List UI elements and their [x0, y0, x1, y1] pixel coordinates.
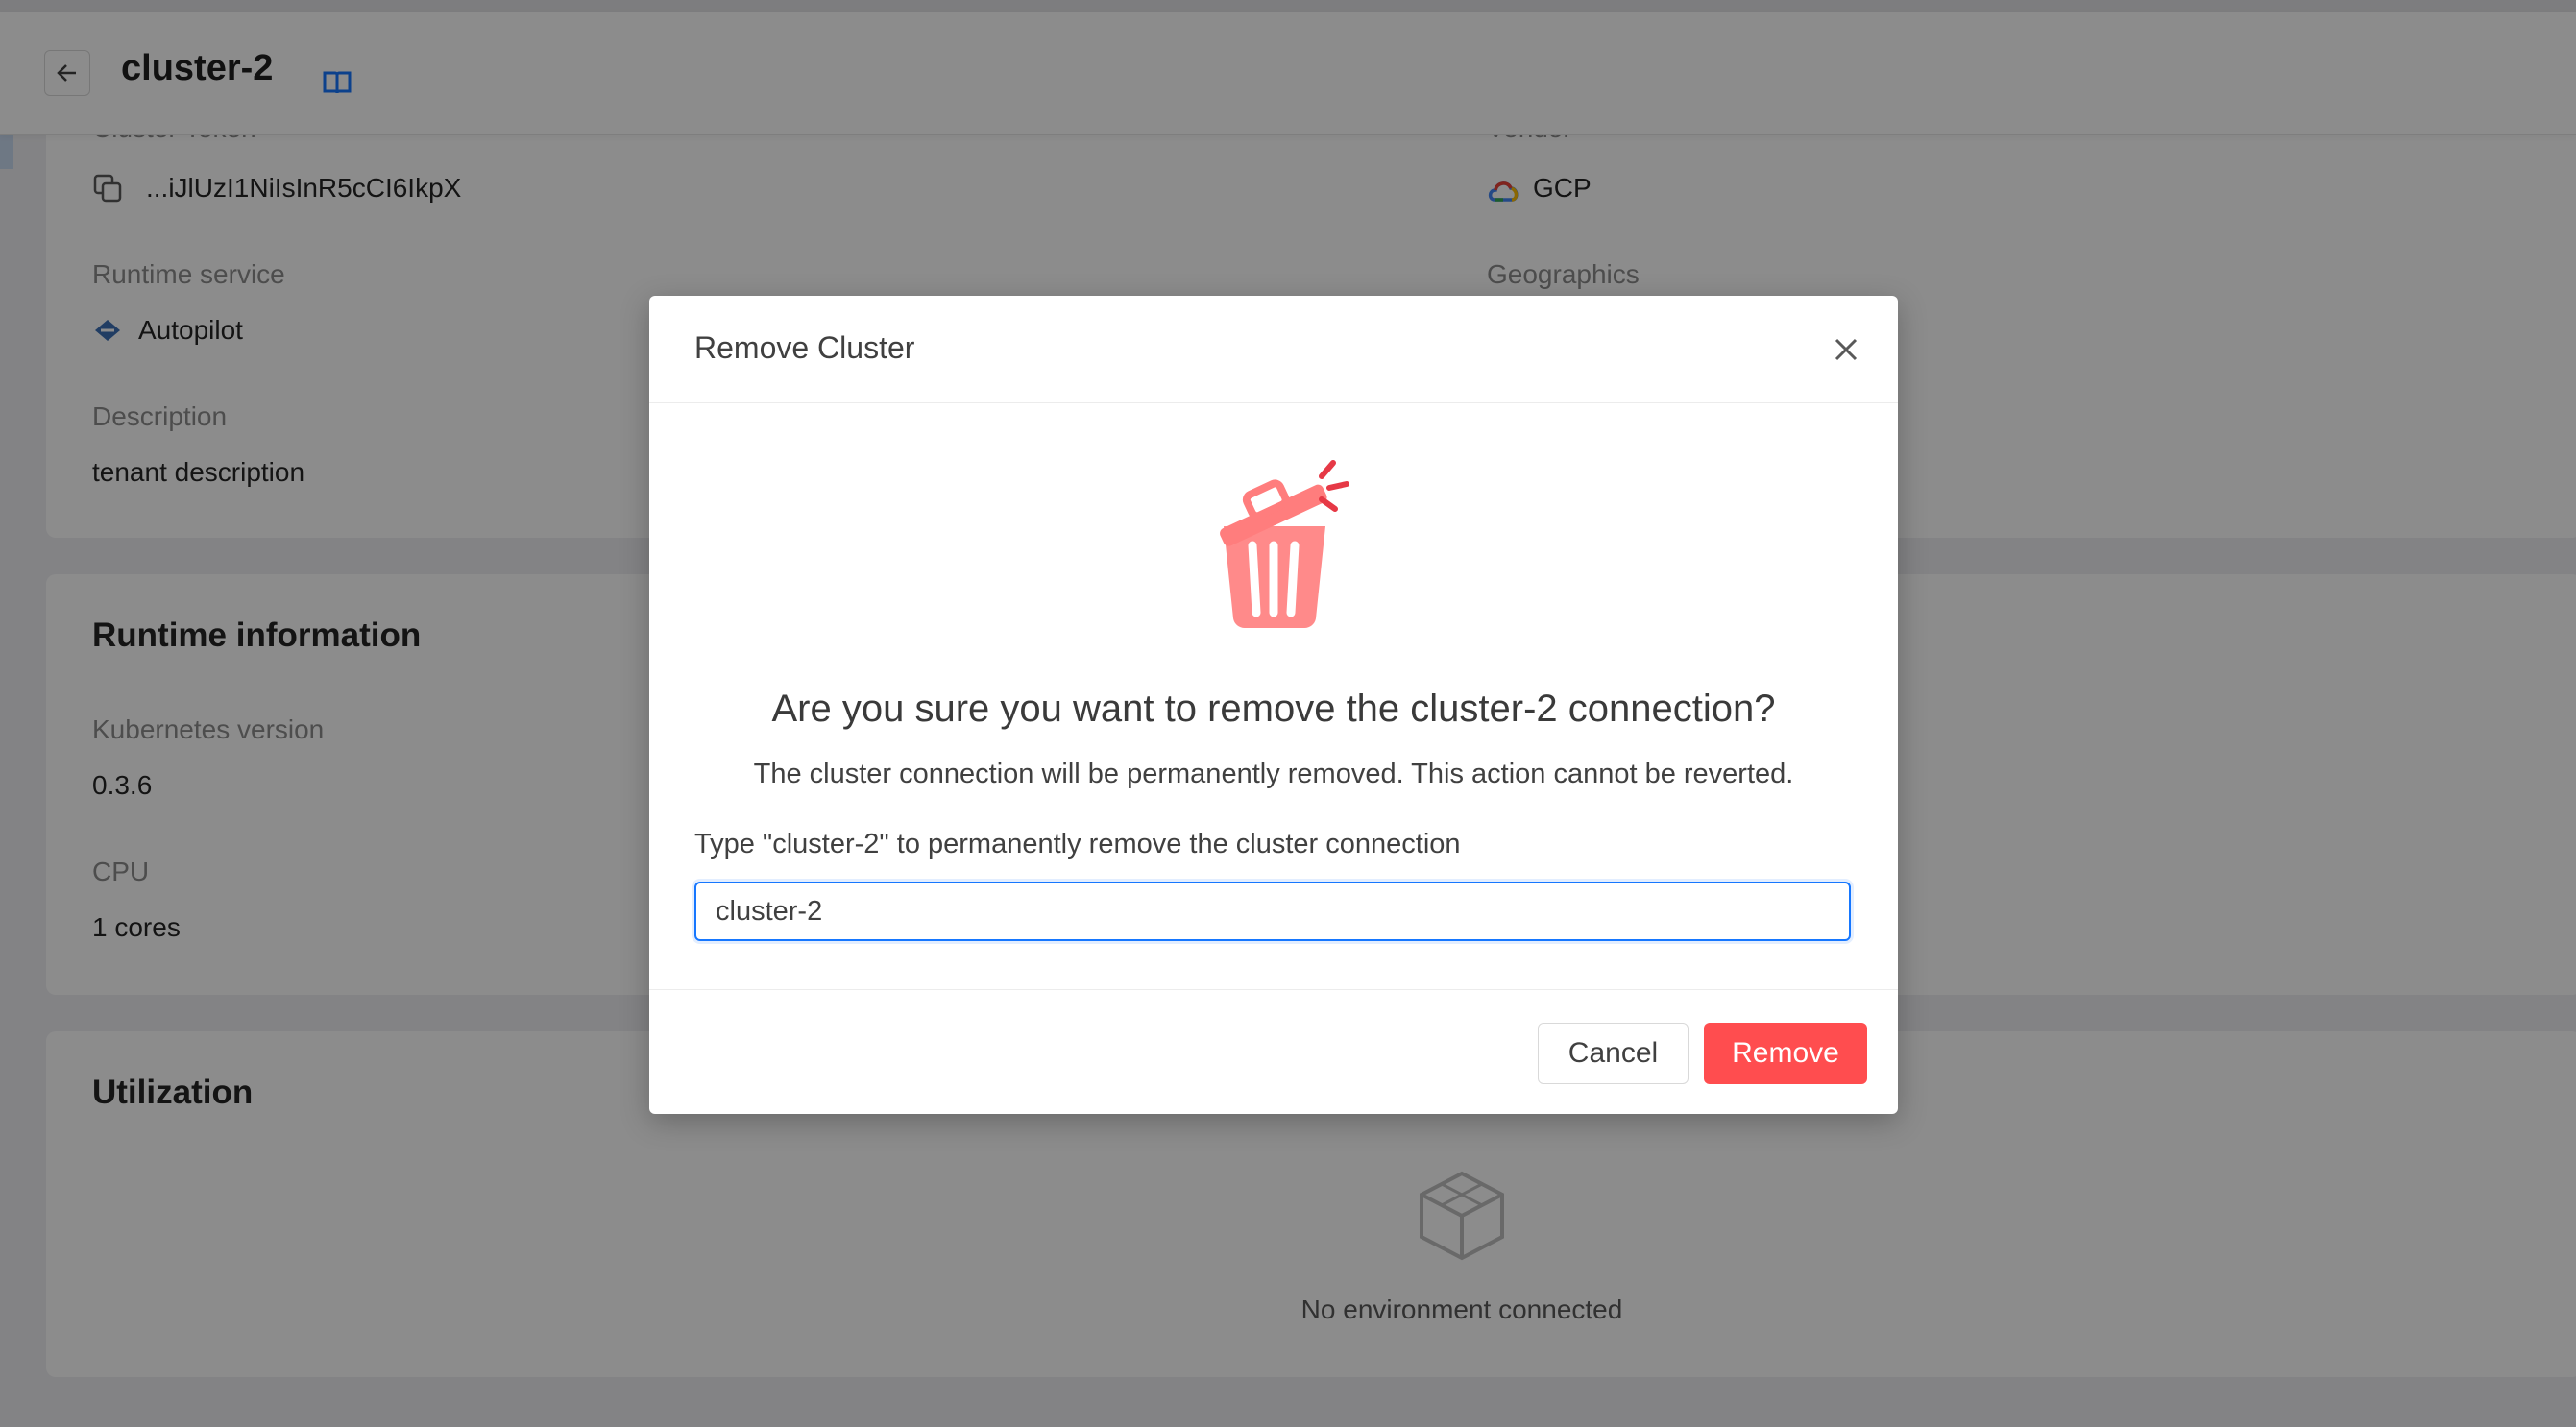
remove-button[interactable]: Remove [1704, 1023, 1867, 1084]
modal-header: Remove Cluster [649, 296, 1898, 403]
confirm-cluster-name-input[interactable] [694, 882, 1851, 941]
remove-cluster-modal: Remove Cluster Are you sure you want to … [649, 296, 1898, 1114]
warning-text: The cluster connection will be permanent… [753, 759, 1794, 789]
confirm-input-label: Type "cluster-2" to permanently remove t… [694, 829, 1461, 859]
modal-title: Remove Cluster [694, 330, 915, 365]
cancel-button[interactable]: Cancel [1538, 1023, 1689, 1084]
modal-footer: Cancel Remove [649, 989, 1898, 1115]
confirm-question: Are you sure you want to remove the clus… [771, 688, 1776, 730]
trash-icon [1220, 460, 1349, 628]
close-icon[interactable] [1827, 330, 1865, 369]
